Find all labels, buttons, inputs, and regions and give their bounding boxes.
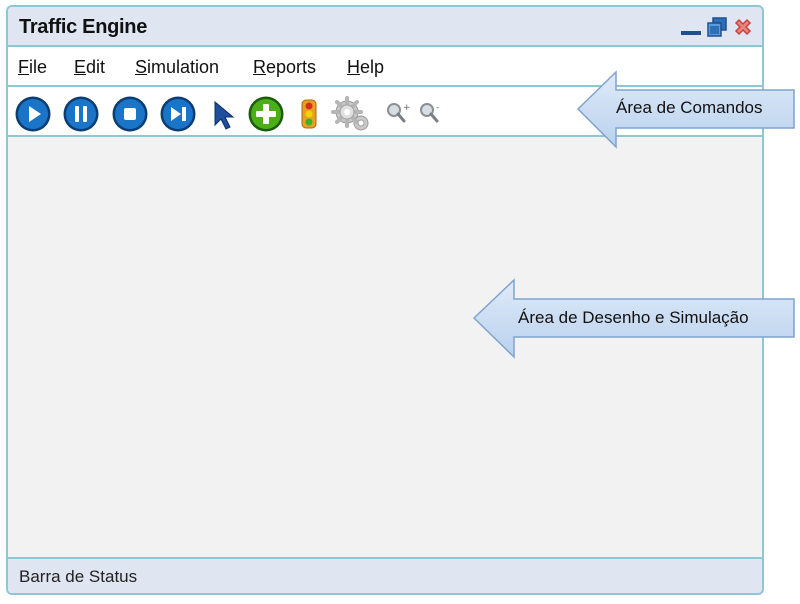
pause-icon bbox=[63, 96, 99, 132]
restore-icon bbox=[707, 17, 727, 37]
stop-button[interactable] bbox=[111, 95, 149, 133]
menu-simulation[interactable]: Simulation bbox=[135, 57, 219, 78]
traffic-light-button[interactable] bbox=[296, 95, 322, 133]
drawing-area-callout: Área de Desenho e Simulação bbox=[472, 278, 798, 360]
svg-text:+: + bbox=[403, 103, 410, 113]
status-text: Barra de Status bbox=[19, 567, 138, 586]
zoom-out-icon: - bbox=[420, 103, 439, 123]
zoom-in-button[interactable]: + bbox=[384, 95, 410, 133]
pointer-cursor-icon bbox=[214, 100, 235, 130]
add-button[interactable] bbox=[247, 95, 285, 133]
menu-edit[interactable]: Edit bbox=[74, 57, 105, 78]
close-icon bbox=[734, 18, 752, 36]
add-icon bbox=[248, 96, 284, 132]
zoom-out-button[interactable]: - bbox=[417, 95, 443, 133]
status-bar: Barra de Status bbox=[8, 559, 762, 593]
play-icon bbox=[15, 96, 51, 132]
minimize-icon bbox=[681, 31, 701, 35]
menu-reports[interactable]: Reports bbox=[253, 57, 316, 78]
step-forward-icon bbox=[160, 96, 196, 132]
restore-button[interactable] bbox=[706, 16, 728, 38]
commands-area-callout: Área de Comandos bbox=[576, 70, 798, 150]
step-forward-button[interactable] bbox=[159, 95, 197, 133]
zoom-in-icon: + bbox=[387, 103, 410, 123]
menu-help[interactable]: Help bbox=[347, 57, 384, 78]
select-pointer-button[interactable] bbox=[208, 95, 238, 133]
traffic-light-icon bbox=[301, 99, 317, 129]
minimize-button[interactable] bbox=[680, 16, 702, 38]
play-button[interactable] bbox=[14, 95, 52, 133]
gears-icon bbox=[331, 96, 369, 131]
commands-area-label: Área de Comandos bbox=[616, 98, 763, 117]
settings-button[interactable] bbox=[330, 95, 372, 133]
close-button[interactable] bbox=[732, 16, 754, 38]
pause-button[interactable] bbox=[62, 95, 100, 133]
title-bar: Traffic Engine bbox=[8, 7, 762, 47]
svg-text:-: - bbox=[436, 103, 439, 113]
stop-icon bbox=[112, 96, 148, 132]
window-title: Traffic Engine bbox=[19, 16, 148, 38]
drawing-area-label: Área de Desenho e Simulação bbox=[518, 308, 749, 327]
window-controls bbox=[680, 15, 754, 39]
menu-file[interactable]: File bbox=[18, 57, 47, 78]
